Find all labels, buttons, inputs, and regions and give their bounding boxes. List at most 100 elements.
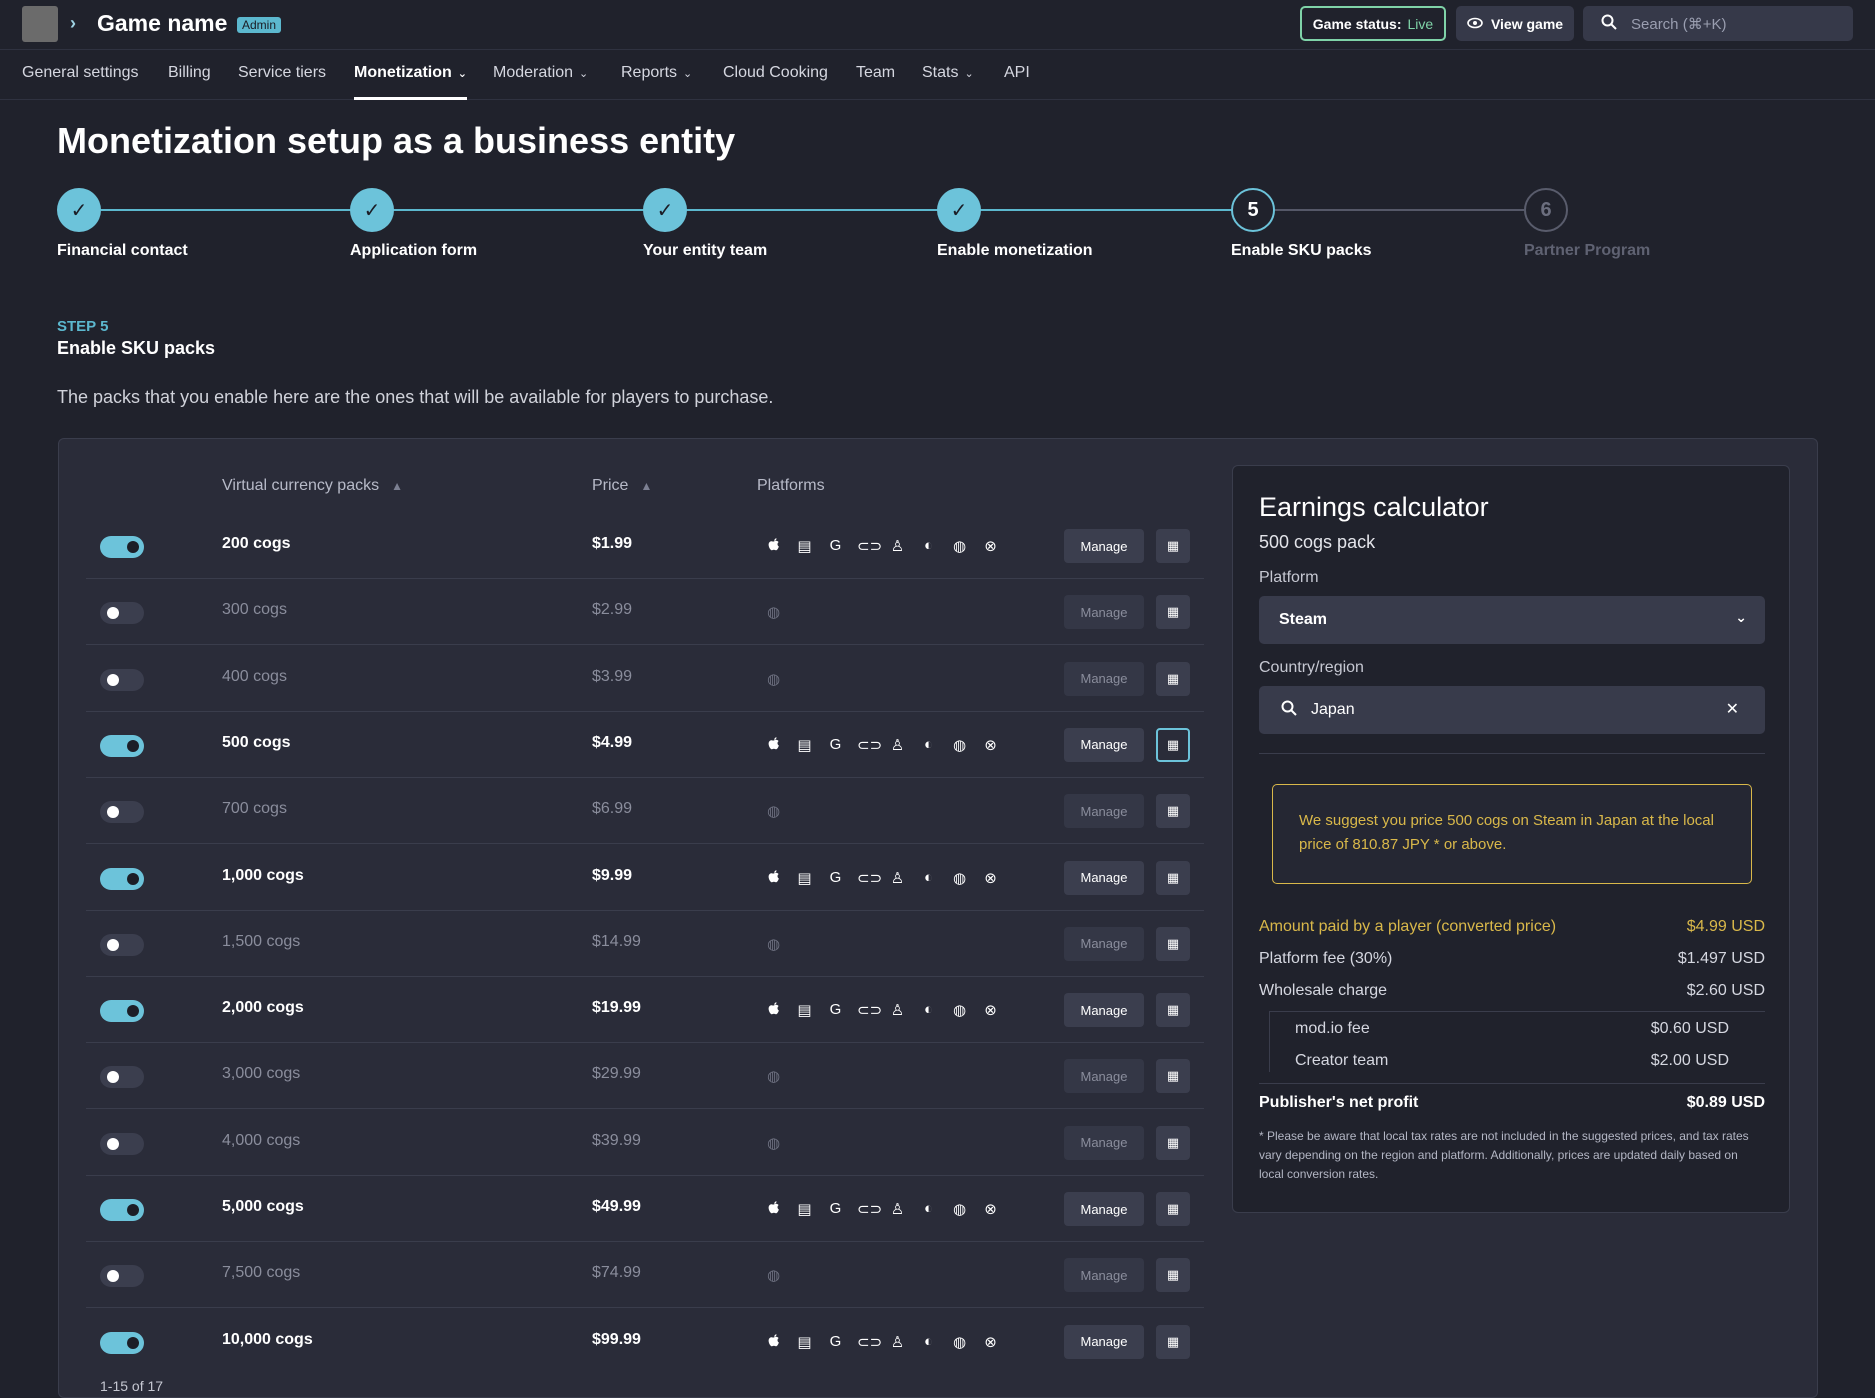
nav-stats[interactable]: Stats ⌄	[922, 64, 974, 82]
divider	[1269, 1011, 1765, 1012]
calculator-icon[interactable]: ▦	[1156, 860, 1190, 895]
pack-toggle[interactable]	[100, 1132, 144, 1155]
platform-select[interactable]: Steam ⌄	[1259, 596, 1765, 644]
game-status-pill[interactable]: Game status: Live	[1300, 6, 1446, 41]
nav-team[interactable]: Team	[856, 64, 895, 82]
manage-button[interactable]: Manage	[1064, 727, 1144, 762]
table-row: 1,500 cogs $14.99 ◍ Manage ▦	[86, 911, 1204, 977]
step-4-check-icon[interactable]: ✓	[937, 188, 981, 232]
nav-monetization[interactable]: Monetization ⌄	[354, 64, 467, 82]
manage-button[interactable]: Manage	[1064, 860, 1144, 895]
top-bar: › Game name Admin Game status: Live View…	[0, 0, 1875, 50]
step-3-label[interactable]: Your entity team	[643, 242, 767, 260]
manage-button[interactable]: Manage	[1064, 1125, 1144, 1160]
creator-team-row: Creator team $2.00 USD	[1295, 1052, 1729, 1070]
calculator-icon[interactable]: ▦	[1156, 993, 1190, 1028]
nav-general-settings[interactable]: General settings	[22, 64, 139, 82]
pagination-text: 1-15 of 17	[100, 1378, 164, 1394]
toggle-knob	[107, 938, 119, 951]
calculator-icon[interactable]: ▦	[1156, 595, 1190, 630]
divider	[1259, 753, 1765, 754]
step-1-check-icon[interactable]: ✓	[57, 188, 101, 232]
playstation-icon: ♙	[890, 1002, 905, 1020]
pack-toggle[interactable]	[100, 602, 144, 625]
nav-moderation[interactable]: Moderation ⌄	[493, 64, 588, 82]
manage-button[interactable]: Manage	[1064, 993, 1144, 1028]
game-thumbnail[interactable]	[22, 6, 58, 42]
xbox-icon: ⊗	[984, 869, 997, 887]
manage-button[interactable]: Manage	[1064, 1258, 1144, 1293]
calculator-icon[interactable]: ▦	[1156, 727, 1190, 762]
chevron-down-icon: ⌄	[457, 68, 467, 80]
toggle-knob	[107, 806, 119, 819]
fee-label: Platform fee (30%)	[1259, 950, 1393, 967]
column-header-packs[interactable]: Virtual currency packs ▲	[222, 477, 403, 495]
sort-up-icon: ▲	[640, 479, 653, 493]
step-1-label[interactable]: Financial contact	[57, 242, 188, 260]
web-icon: ◍	[766, 935, 781, 953]
pack-toggle[interactable]	[100, 1331, 144, 1354]
net-profit-row: Publisher's net profit $0.89 USD	[1259, 1094, 1765, 1112]
nav-service-tiers[interactable]: Service tiers	[238, 64, 326, 82]
oculus-icon: ⊂⊃	[857, 1002, 883, 1020]
pack-price: $3.99	[592, 667, 633, 685]
calculator-icon[interactable]: ▦	[1156, 1059, 1190, 1094]
calculator-icon[interactable]: ▦	[1156, 1324, 1190, 1359]
calculator-icon[interactable]: ▦	[1156, 926, 1190, 961]
xbox-icon: ⊗	[984, 1002, 997, 1020]
game-status-value: Live	[1407, 15, 1434, 32]
pack-toggle[interactable]	[100, 668, 144, 691]
nav-cloud-cooking[interactable]: Cloud Cooking	[723, 64, 828, 82]
pack-toggle[interactable]	[100, 867, 144, 890]
manage-button[interactable]: Manage	[1064, 1059, 1144, 1094]
game-title[interactable]: Game name	[97, 10, 227, 37]
nav-billing[interactable]: Billing	[168, 64, 211, 82]
nav-moderation-label: Moderation	[493, 64, 574, 81]
playstation-icon: ♙	[890, 538, 905, 555]
pack-toggle[interactable]	[100, 1066, 144, 1089]
toggle-knob	[127, 872, 139, 885]
nav-reports[interactable]: Reports ⌄	[621, 64, 692, 82]
nav-api[interactable]: API	[1004, 64, 1030, 82]
pack-toggle[interactable]	[100, 734, 144, 757]
calculator-icon[interactable]: ▦	[1156, 529, 1190, 563]
view-game-button[interactable]: View game	[1456, 6, 1574, 41]
calculator-icon[interactable]: ▦	[1156, 1258, 1190, 1293]
pack-toggle[interactable]	[100, 1000, 144, 1023]
step-3-check-icon[interactable]: ✓	[643, 188, 687, 232]
google-icon: G	[829, 735, 842, 753]
manage-button[interactable]: Manage	[1064, 1324, 1144, 1359]
manage-button[interactable]: Manage	[1064, 529, 1144, 563]
oculus-icon: ⊂⊃	[857, 538, 883, 555]
sort-up-icon: ▲	[391, 479, 403, 493]
column-header-price[interactable]: Price ▲	[592, 477, 652, 495]
platform-icons: ◍	[764, 1266, 783, 1284]
step-2-label[interactable]: Application form	[350, 242, 477, 260]
manage-button[interactable]: Manage	[1064, 1192, 1144, 1226]
manage-button[interactable]: Manage	[1064, 926, 1144, 961]
step-5-label[interactable]: Enable SKU packs	[1231, 242, 1372, 260]
manage-button[interactable]: Manage	[1064, 794, 1144, 829]
step-5-circle[interactable]: 5	[1231, 188, 1275, 232]
platform-icons: ◍	[764, 603, 783, 621]
search-icon	[1281, 700, 1297, 721]
pack-toggle[interactable]	[100, 1265, 144, 1288]
search-input[interactable]: Search (⌘+K)	[1583, 6, 1853, 41]
calculator-icon[interactable]: ▦	[1156, 794, 1190, 829]
calculator-icon[interactable]: ▦	[1156, 661, 1190, 696]
step-4-label[interactable]: Enable monetization	[937, 242, 1093, 260]
web-icon: ◍	[766, 670, 781, 688]
calculator-icon[interactable]: ▦	[1156, 1125, 1190, 1160]
region-search-input[interactable]: Japan ✕	[1259, 686, 1765, 734]
manage-button[interactable]: Manage	[1064, 595, 1144, 630]
calculator-icon[interactable]: ▦	[1156, 1192, 1190, 1226]
step-2-check-icon[interactable]: ✓	[350, 188, 394, 232]
pack-toggle[interactable]	[100, 1199, 144, 1221]
pack-toggle[interactable]	[100, 801, 144, 824]
pack-toggle[interactable]	[100, 536, 144, 558]
search-icon	[1601, 14, 1617, 34]
apple-icon	[764, 537, 783, 557]
clear-icon[interactable]: ✕	[1726, 699, 1739, 719]
pack-toggle[interactable]	[100, 933, 144, 956]
manage-button[interactable]: Manage	[1064, 661, 1144, 696]
